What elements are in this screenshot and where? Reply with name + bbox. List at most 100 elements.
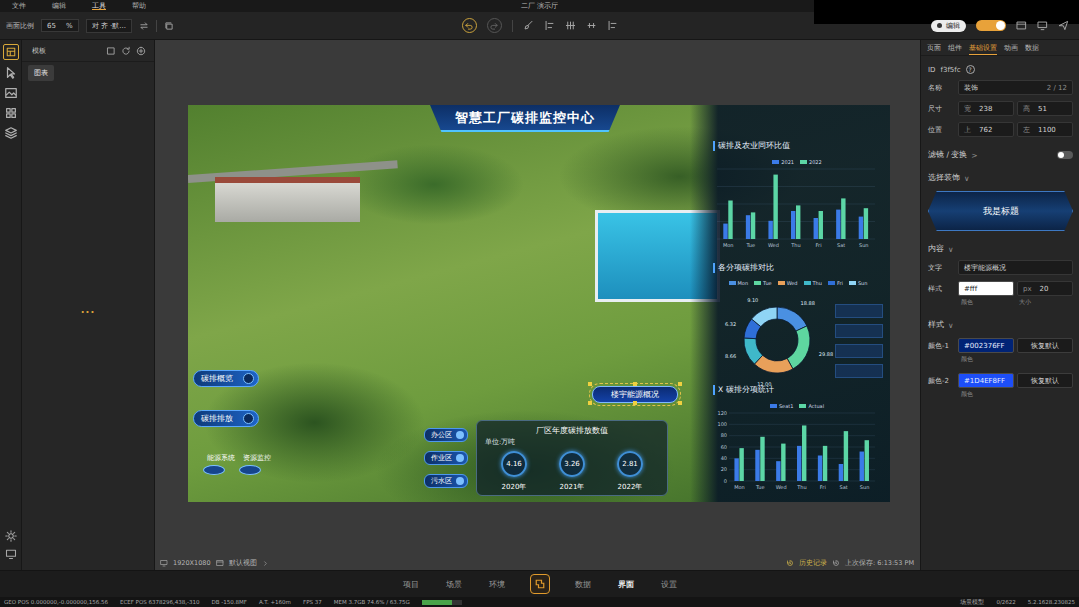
loading-indicator: ... (81, 304, 95, 315)
redo-icon[interactable] (489, 21, 499, 31)
history-icon[interactable] (786, 559, 794, 567)
redo-button[interactable] (487, 18, 502, 33)
content-section[interactable]: 内容∨ (928, 244, 1073, 254)
position-top-value: 762 (979, 126, 992, 134)
font-size-field[interactable]: px20 (1017, 281, 1073, 296)
selection-handle[interactable] (678, 401, 682, 405)
mode-toggle[interactable] (976, 20, 1006, 31)
nav-tab[interactable]: 数据 (561, 579, 604, 590)
selection-handle[interactable] (678, 382, 682, 386)
menu-item[interactable]: 工具 (92, 1, 132, 11)
color-swatch[interactable]: #1D4EF8FF (958, 373, 1014, 388)
chart-2: 各分项碳排对比MonTueWedThuFriSun18.8829.8812.00… (713, 263, 883, 394)
chart-bar (797, 446, 801, 481)
selection-handle[interactable] (633, 382, 637, 386)
menu-item[interactable]: 编辑 (52, 1, 92, 11)
text-field[interactable]: 楼宇能源概况 (958, 260, 1073, 275)
decor-preview[interactable]: 我是标题 (928, 191, 1073, 231)
align-left-icon[interactable] (607, 20, 618, 31)
decor-section[interactable]: 选择装饰∨ (928, 173, 1073, 183)
window-icon[interactable] (1016, 20, 1027, 31)
undo-icon[interactable] (464, 21, 474, 31)
panel-tab[interactable]: 基础设置 (969, 43, 997, 55)
name-label: 名称 (928, 83, 958, 93)
template-panel: 模板... (22, 40, 155, 570)
menu-item[interactable]: 文件 (12, 1, 52, 11)
selection-handle[interactable] (588, 401, 592, 405)
segment-label: 18.88 (801, 300, 815, 306)
image-icon[interactable] (4, 86, 18, 100)
layers-icon[interactable] (4, 126, 18, 140)
columns-icon[interactable] (565, 20, 576, 31)
align-dropdown[interactable]: 对 齐 ·默... (86, 19, 132, 33)
editor-window: 文件编辑工具帮助二厂 演示厅 画面比例65%对 齐 ·默...编辑 模板... … (0, 0, 1079, 607)
monitor-icon[interactable] (1037, 20, 1048, 31)
size-height-field[interactable]: 高51 (1017, 101, 1073, 116)
clock-icon[interactable] (832, 559, 840, 567)
align-icon[interactable] (544, 20, 555, 31)
panel-tab[interactable]: 页面 (927, 43, 941, 54)
refresh-icon[interactable] (121, 46, 131, 56)
gear-icon[interactable] (5, 530, 17, 542)
size-width-field[interactable]: 宽238 (958, 101, 1014, 116)
nav-tab[interactable]: 场景 (432, 579, 475, 590)
swap-icon[interactable] (139, 21, 149, 31)
zone-button[interactable]: 作业区 (424, 451, 468, 465)
chart-bar (836, 210, 840, 239)
annual-year: 2020年 (502, 482, 527, 492)
annual-year: 2022年 (618, 482, 643, 492)
plus-icon[interactable] (136, 46, 146, 56)
nav-tab[interactable]: 界面 (604, 579, 647, 590)
color-swatch[interactable]: #002376FF (958, 338, 1014, 353)
toggle-knob (996, 21, 1005, 30)
nav-tab[interactable]: 设置 (647, 579, 690, 590)
round-button[interactable]: 能源系统 (202, 455, 226, 475)
history-button[interactable]: 历史记录 (799, 559, 827, 568)
selection-handle[interactable] (633, 401, 637, 405)
nav-button[interactable]: 碳排排放 (193, 410, 259, 427)
reset-button[interactable]: 恢复默认 (1017, 338, 1073, 353)
undo-icon-stroke (466, 23, 472, 29)
zone-button[interactable]: 污水区 (424, 474, 468, 488)
nav-tab[interactable]: 环境 (475, 579, 518, 590)
brush-icon[interactable] (523, 20, 534, 31)
filter-toggle[interactable] (1057, 151, 1073, 159)
position-left-field[interactable]: 左1100 (1017, 122, 1073, 137)
panel-tab[interactable]: 动画 (1004, 43, 1018, 54)
help-icon[interactable]: ? (966, 65, 975, 74)
zone-button[interactable]: 办公区 (424, 428, 468, 442)
nav-tab[interactable]: 项目 (389, 579, 432, 590)
chart-bar (796, 205, 800, 239)
nav-button[interactable]: 碳排概览 (193, 370, 259, 387)
template-tab[interactable] (3, 44, 19, 60)
reset-button[interactable]: 恢复默认 (1017, 373, 1073, 388)
filter-section[interactable]: 滤镜 / 变换> (928, 150, 1073, 160)
round-button[interactable]: 资源监控 (238, 455, 262, 475)
chevron-icon[interactable] (262, 560, 269, 567)
legend-item: Seat1 (770, 403, 793, 409)
template-icon[interactable] (5, 46, 17, 58)
menu-item[interactable]: 帮助 (132, 1, 172, 11)
undo-button[interactable] (462, 18, 477, 33)
panel-tab[interactable]: 组件 (948, 43, 962, 54)
dashboard-preview[interactable]: 智慧工厂碳排监控中心碳排及农业同环比值20212022MonTueWedThuF… (188, 105, 890, 502)
panel-tab[interactable]: 数据 (1025, 43, 1039, 54)
legend-swatch (849, 281, 856, 285)
position-top-field[interactable]: 上762 (958, 122, 1014, 137)
dashboard-title: 智慧工厂碳排监控中心 (430, 105, 620, 132)
grid-icon[interactable] (4, 106, 18, 120)
selection-handle[interactable] (588, 382, 592, 386)
monitor-icon[interactable] (160, 559, 168, 567)
app-logo[interactable] (518, 574, 561, 594)
name-field[interactable]: 装饰2 / 12 (958, 80, 1073, 95)
style-section[interactable]: 样式∨ (928, 320, 1073, 330)
copy-icon[interactable] (164, 21, 174, 31)
pointer-icon[interactable] (4, 66, 18, 80)
zoom-field[interactable]: 65% (41, 19, 79, 32)
monitor-icon[interactable] (5, 548, 17, 560)
window-icon[interactable] (216, 559, 224, 567)
distribute-icon[interactable] (586, 20, 597, 31)
font-color-field[interactable]: #fff (958, 281, 1014, 296)
send-icon[interactable] (1058, 20, 1069, 31)
store-icon[interactable] (106, 46, 116, 56)
